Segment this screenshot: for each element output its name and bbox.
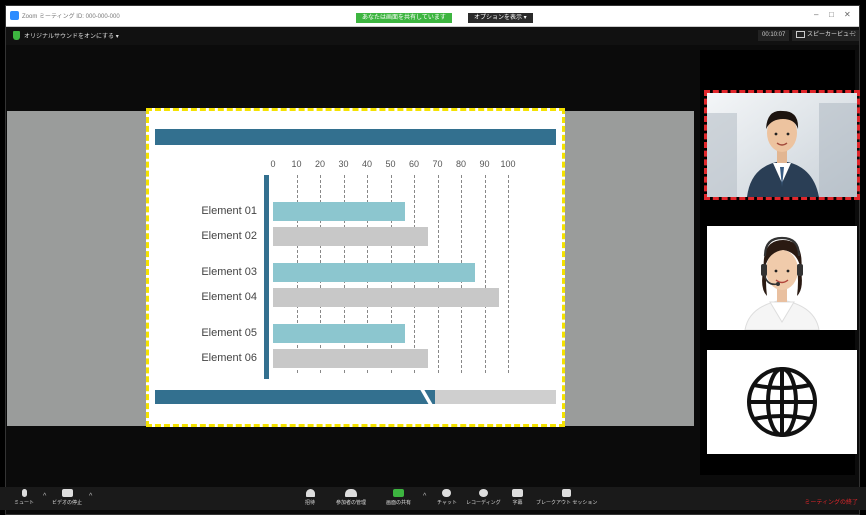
meeting-top-strip: オリジナルサウンドをオンにする ▾ 00:10:07 スピーカービュー ⛶: [6, 27, 859, 45]
gridline: [484, 175, 486, 373]
security-shield-icon[interactable]: [13, 31, 20, 40]
view-grid-icon: [796, 30, 805, 38]
captions-icon: [512, 489, 523, 497]
mute-button[interactable]: ミュート: [14, 489, 34, 506]
options-button[interactable]: オプションを表示 ▾: [468, 13, 533, 23]
original-sound-toggle[interactable]: オリジナルサウンドをオンにする ▾: [24, 31, 119, 40]
screen-sharing-banner: あなたは画面を共有しています: [356, 13, 452, 23]
x-tick-label: 60: [408, 159, 420, 169]
meeting-toolbar: ミュート ^ ビデオの停止 ^ 招待 参加者の管理 画面の共有 ^ チャット レ…: [0, 487, 866, 510]
invite-person-icon: [305, 489, 315, 497]
x-tick-label: 0: [270, 159, 276, 169]
microphone-icon: [21, 489, 27, 497]
bar: [273, 349, 429, 368]
end-meeting-button[interactable]: ミーティングの終了: [804, 497, 858, 506]
maximize-icon[interactable]: □: [829, 10, 834, 19]
video-camera-icon: [61, 489, 73, 497]
participant-video-3[interactable]: [707, 350, 857, 454]
close-icon[interactable]: ✕: [844, 10, 851, 19]
share-options-caret-icon[interactable]: ^: [423, 493, 426, 500]
manage-participants-label: 参加者の管理: [336, 500, 367, 506]
x-tick-label: 40: [361, 159, 373, 169]
fullscreen-icon[interactable]: ⛶: [851, 30, 855, 41]
bar-chart: 0 10 20 30 40 50 60 70 80 90 100 Element 01 Element …: [155, 155, 556, 385]
invite-button[interactable]: 招待: [305, 489, 315, 506]
bar: [273, 288, 499, 307]
record-label: レコーディング: [466, 500, 501, 506]
slide-header-bar: [155, 129, 556, 145]
x-tick-label: 30: [338, 159, 349, 169]
category-label: Element 01: [201, 205, 257, 217]
globe-icon: [707, 350, 857, 454]
chevron-down-icon: ▾: [115, 34, 119, 40]
share-screen-label: 画面の共有: [386, 500, 412, 506]
y-axis: [264, 175, 269, 379]
breakout-grid-icon: [562, 489, 572, 497]
chat-bubble-icon: [442, 489, 452, 497]
x-tick-label: 70: [432, 159, 443, 169]
meeting-timer: 00:10:07: [758, 30, 790, 41]
x-tick-label: 90: [479, 159, 490, 169]
bar: [273, 263, 476, 282]
video-options-caret-icon[interactable]: ^: [89, 493, 92, 500]
share-screen-icon: [393, 489, 404, 497]
category-label: Element 06: [201, 352, 257, 364]
active-speaker-highlight: [704, 90, 860, 200]
record-icon: [478, 489, 488, 497]
category-label: Element 02: [201, 230, 257, 242]
bar: [273, 227, 429, 246]
invite-label: 招待: [305, 500, 316, 506]
slide-footer-fill: [155, 390, 435, 404]
title-bar: Zoom ミーティング ID: 000-000-000 あなたは画面を共有してい…: [6, 6, 859, 27]
original-sound-label: オリジナルサウンドをオンにする: [24, 34, 115, 40]
x-tick-label: 80: [455, 159, 467, 169]
breakout-sessions-label: ブレークアウト セッション: [536, 500, 598, 506]
audio-options-caret-icon[interactable]: ^: [43, 493, 46, 500]
window-title: Zoom ミーティング ID: 000-000-000: [22, 14, 120, 20]
speaker-view-label: スピーカービュー: [807, 32, 856, 38]
captions-label: 字幕: [512, 500, 523, 506]
mute-label: ミュート: [14, 500, 35, 506]
gridline: [508, 175, 509, 373]
minimize-icon[interactable]: –: [814, 10, 818, 19]
breakout-sessions-button[interactable]: ブレークアウト セッション: [536, 489, 597, 506]
category-label: Element 04: [201, 291, 257, 303]
category-label: Element 05: [201, 327, 257, 339]
zoom-app-icon: [10, 11, 19, 20]
captions-button[interactable]: 字幕: [512, 489, 523, 506]
stop-video-button[interactable]: ビデオの停止: [52, 489, 82, 506]
x-tick-label: 20: [314, 159, 326, 169]
bar: [273, 324, 405, 343]
x-tick-label: 50: [385, 159, 396, 169]
x-tick-label: 100: [500, 159, 516, 169]
participant-video-2[interactable]: [707, 226, 857, 330]
slide-footer-bar: [155, 390, 556, 404]
category-label: Element 03: [201, 266, 257, 278]
bar: [273, 202, 405, 221]
speaker-view-button[interactable]: スピーカービュー: [792, 30, 859, 41]
woman-with-headset-photo: [707, 226, 857, 330]
share-screen-button[interactable]: 画面の共有: [386, 489, 411, 506]
stop-video-label: ビデオの停止: [52, 500, 83, 506]
x-tick-label: 10: [291, 159, 302, 169]
participants-icon: [345, 489, 357, 497]
chat-label: チャット: [437, 500, 457, 506]
record-button[interactable]: レコーディング: [466, 489, 501, 506]
manage-participants-button[interactable]: 参加者の管理: [336, 489, 366, 506]
chat-button[interactable]: チャット: [437, 489, 457, 506]
